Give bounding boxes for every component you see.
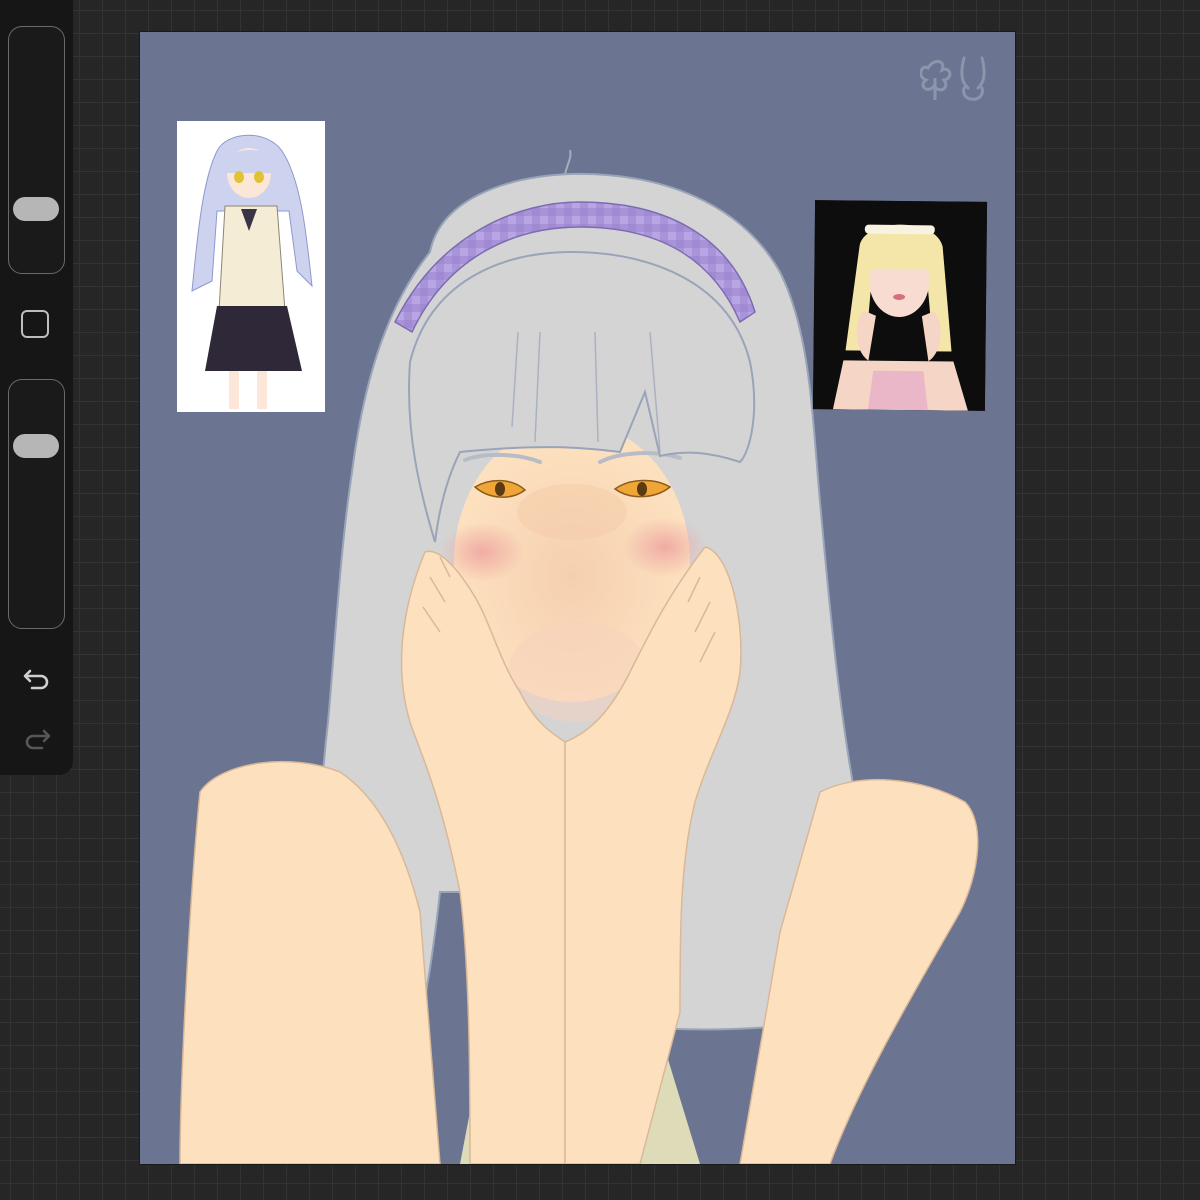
undo-arrow-icon bbox=[23, 669, 49, 690]
portrait-photo bbox=[812, 200, 988, 411]
brush-size-slider-handle[interactable] bbox=[13, 197, 59, 222]
tool-sidebar bbox=[0, 0, 73, 775]
reference-image-portrait-photo[interactable] bbox=[812, 200, 988, 411]
opacity-slider-handle[interactable] bbox=[13, 434, 59, 459]
redo-arrow-icon bbox=[25, 729, 51, 750]
opacity-slider[interactable] bbox=[8, 379, 65, 629]
undo-button[interactable] bbox=[22, 664, 52, 694]
anime-character-illustration bbox=[177, 121, 325, 412]
artist-signature bbox=[920, 56, 986, 101]
modify-button[interactable] bbox=[21, 310, 49, 338]
reference-image-anime-character[interactable] bbox=[177, 121, 325, 412]
brush-size-slider[interactable] bbox=[8, 26, 65, 274]
redo-button[interactable] bbox=[22, 724, 52, 754]
drawing-canvas[interactable] bbox=[140, 32, 1015, 1164]
